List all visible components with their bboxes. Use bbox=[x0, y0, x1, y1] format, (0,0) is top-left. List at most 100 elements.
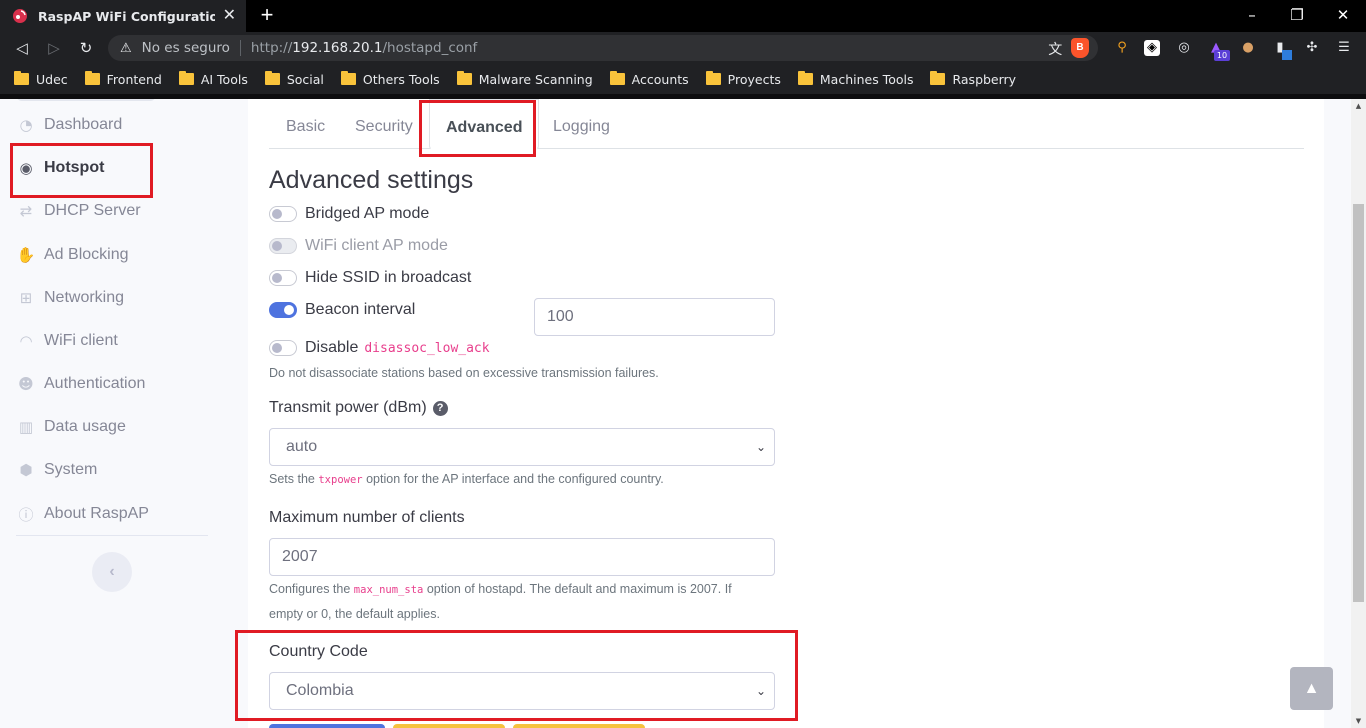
cube-icon: ⬢ bbox=[19, 461, 33, 479]
bookmark-frontend[interactable]: Frontend bbox=[84, 71, 162, 87]
wifi-client-ap-mode-row: WiFi client AP mode bbox=[269, 237, 448, 255]
extension-status-dot bbox=[1282, 50, 1292, 60]
page-scrollbar[interactable]: ▲ ▼ bbox=[1351, 99, 1366, 728]
bookmark-accounts[interactable]: Accounts bbox=[609, 71, 689, 87]
hand-icon: ✋ bbox=[16, 246, 36, 264]
omnibox-divider bbox=[239, 40, 241, 56]
url-scheme: http:// bbox=[250, 40, 293, 56]
scroll-to-top-button[interactable]: ▲ bbox=[1290, 667, 1333, 710]
raspap-favicon-icon bbox=[12, 8, 28, 24]
translate-icon[interactable]: 文 bbox=[1048, 39, 1062, 59]
minimize-icon[interactable]: – bbox=[1242, 6, 1262, 24]
sidebar-item-wifi-client[interactable]: ◠ WiFi client bbox=[16, 328, 118, 354]
beacon-interval-label[interactable]: Beacon interval bbox=[305, 301, 415, 319]
transmit-power-help-text: Sets the txpower option for the AP inter… bbox=[269, 467, 664, 492]
extension-cookie-icon[interactable]: ● bbox=[1240, 40, 1256, 56]
network-icon: ⊞ bbox=[19, 289, 33, 307]
bridged-ap-mode-label[interactable]: Bridged AP mode bbox=[305, 205, 429, 223]
stop-hotspot-button[interactable] bbox=[513, 724, 645, 728]
help-suffix: option for the AP interface and the conf… bbox=[366, 472, 664, 486]
max-clients-input[interactable]: 2007 bbox=[269, 538, 775, 576]
bookmark-raspberry[interactable]: Raspberry bbox=[930, 71, 1016, 87]
bridged-ap-mode-row: Bridged AP mode bbox=[269, 205, 429, 223]
security-status[interactable]: No es seguro bbox=[142, 40, 230, 56]
sidebar-item-about-raspap[interactable]: ⓘ About RaspAP bbox=[16, 501, 148, 527]
sidebar-item-ad-blocking[interactable]: ✋ Ad Blocking bbox=[16, 242, 129, 268]
sidebar-item-dhcp-server[interactable]: ⇄ DHCP Server bbox=[16, 198, 141, 224]
scroll-up-arrow-icon[interactable]: ▲ bbox=[1353, 101, 1364, 111]
bookmarks-bar: Udec Frontend AI Tools Social Others Too… bbox=[0, 64, 1366, 94]
extensions-puzzle-icon[interactable]: ✣ bbox=[1304, 40, 1320, 56]
brave-shield-icon[interactable]: B bbox=[1071, 38, 1089, 58]
bookmark-malware-scanning[interactable]: Malware Scanning bbox=[456, 71, 593, 87]
sidebar-item-label: WiFi client bbox=[44, 332, 118, 349]
maximize-icon[interactable]: ❐ bbox=[1287, 6, 1307, 24]
tab-advanced[interactable]: Advanced bbox=[429, 99, 540, 150]
folder-icon bbox=[797, 71, 813, 85]
sidebar-item-dashboard[interactable]: ◔ Dashboard bbox=[16, 112, 122, 138]
question-circle-icon[interactable]: ? bbox=[432, 400, 448, 416]
help-prefix: Sets the bbox=[269, 472, 315, 486]
max-clients-label: Maximum number of clients bbox=[269, 509, 465, 526]
sidebar-item-data-usage[interactable]: ▥ Data usage bbox=[16, 414, 126, 440]
hide-ssid-switch[interactable] bbox=[269, 270, 297, 286]
sidebar-item-label: System bbox=[44, 461, 98, 478]
sidebar-item-system[interactable]: ⬢ System bbox=[16, 457, 97, 483]
forward-icon[interactable]: ▷ bbox=[44, 38, 64, 58]
disassoc-low-ack-row: Disable disassoc_low_ack bbox=[269, 339, 490, 357]
tab-title: RaspAP WiFi Configuration Portal bbox=[38, 8, 215, 24]
help-line2: empty or 0, the default applies. bbox=[269, 607, 440, 621]
tab-basic[interactable]: Basic bbox=[286, 118, 325, 136]
window-close-icon[interactable]: ✕ bbox=[1333, 6, 1353, 24]
tachometer-icon: ◔ bbox=[19, 116, 33, 134]
disassoc-help-text: Do not disassociate stations based on ex… bbox=[269, 366, 659, 380]
folder-icon bbox=[456, 71, 472, 85]
url-path: /hostapd_conf bbox=[382, 40, 478, 56]
hotspot-tabs: Basic Security Advanced Logging bbox=[269, 99, 1304, 150]
disassoc-low-ack-label[interactable]: Disable bbox=[305, 339, 358, 357]
extension-key-icon[interactable]: ⚲ bbox=[1114, 40, 1130, 56]
bookmark-ai-tools[interactable]: AI Tools bbox=[178, 71, 248, 87]
disassoc-low-ack-switch[interactable] bbox=[269, 340, 297, 356]
browser-menu-icon[interactable]: ☰ bbox=[1336, 40, 1352, 56]
transmit-power-select[interactable]: auto ⌄ bbox=[269, 428, 775, 466]
bookmark-others-tools[interactable]: Others Tools bbox=[340, 71, 440, 87]
users-icon: ☻ bbox=[18, 375, 34, 393]
wifi-client-ap-mode-label[interactable]: WiFi client AP mode bbox=[305, 237, 448, 255]
tab-close-icon[interactable]: ✕ bbox=[223, 8, 236, 24]
sidebar-item-authentication[interactable]: ☻ Authentication bbox=[16, 371, 145, 397]
raspap-page: ◔ Dashboard ◉ Hotspot ⇄ DHCP Server ✋ Ad… bbox=[0, 99, 1366, 728]
hide-ssid-label[interactable]: Hide SSID in broadcast bbox=[305, 269, 471, 287]
sidebar-brand-partial bbox=[16, 99, 156, 101]
bridged-ap-mode-switch[interactable] bbox=[269, 206, 297, 222]
sidebar-toggle-button[interactable]: ‹ bbox=[92, 552, 132, 592]
exchange-icon: ⇄ bbox=[19, 202, 33, 220]
sidebar-item-hotspot[interactable]: ◉ Hotspot bbox=[16, 155, 104, 181]
wifi-client-ap-mode-switch[interactable] bbox=[269, 238, 297, 254]
beacon-interval-switch[interactable] bbox=[269, 302, 297, 318]
extension-cube-icon[interactable]: ◈ bbox=[1144, 40, 1160, 56]
bookmark-udec[interactable]: Udec bbox=[14, 71, 68, 87]
bookmark-proyects[interactable]: Proyects bbox=[705, 71, 781, 87]
extension-glasses-icon[interactable]: ◎ bbox=[1176, 40, 1192, 56]
bookmark-social[interactable]: Social bbox=[264, 71, 324, 87]
advanced-settings-title: Advanced settings bbox=[269, 166, 474, 194]
chevron-down-icon: ⌄ bbox=[755, 440, 766, 454]
restart-hotspot-button[interactable] bbox=[393, 724, 505, 728]
reload-icon[interactable]: ↻ bbox=[76, 38, 96, 58]
back-icon[interactable]: ◁ bbox=[12, 38, 32, 58]
tab-logging[interactable]: Logging bbox=[553, 118, 610, 136]
sidebar-item-networking[interactable]: ⊞ Networking bbox=[16, 285, 124, 311]
url-omnibox[interactable]: ⚠ No es seguro http:// 192.168.20.1 /hos… bbox=[108, 35, 1098, 61]
save-settings-button[interactable] bbox=[269, 724, 385, 728]
scroll-down-arrow-icon[interactable]: ▼ bbox=[1353, 716, 1364, 726]
tab-security[interactable]: Security bbox=[355, 118, 413, 136]
beacon-interval-input[interactable]: 100 bbox=[534, 298, 775, 336]
scrollbar-thumb[interactable] bbox=[1353, 204, 1364, 602]
new-tab-button[interactable]: + bbox=[256, 4, 278, 26]
bookmark-machines-tools[interactable]: Machines Tools bbox=[797, 71, 913, 87]
help-prefix: Configures the bbox=[269, 582, 351, 596]
country-code-value: Colombia bbox=[286, 682, 354, 699]
country-code-select[interactable]: Colombia ⌄ bbox=[269, 672, 775, 710]
browser-tab[interactable]: RaspAP WiFi Configuration Portal ✕ bbox=[0, 0, 246, 32]
